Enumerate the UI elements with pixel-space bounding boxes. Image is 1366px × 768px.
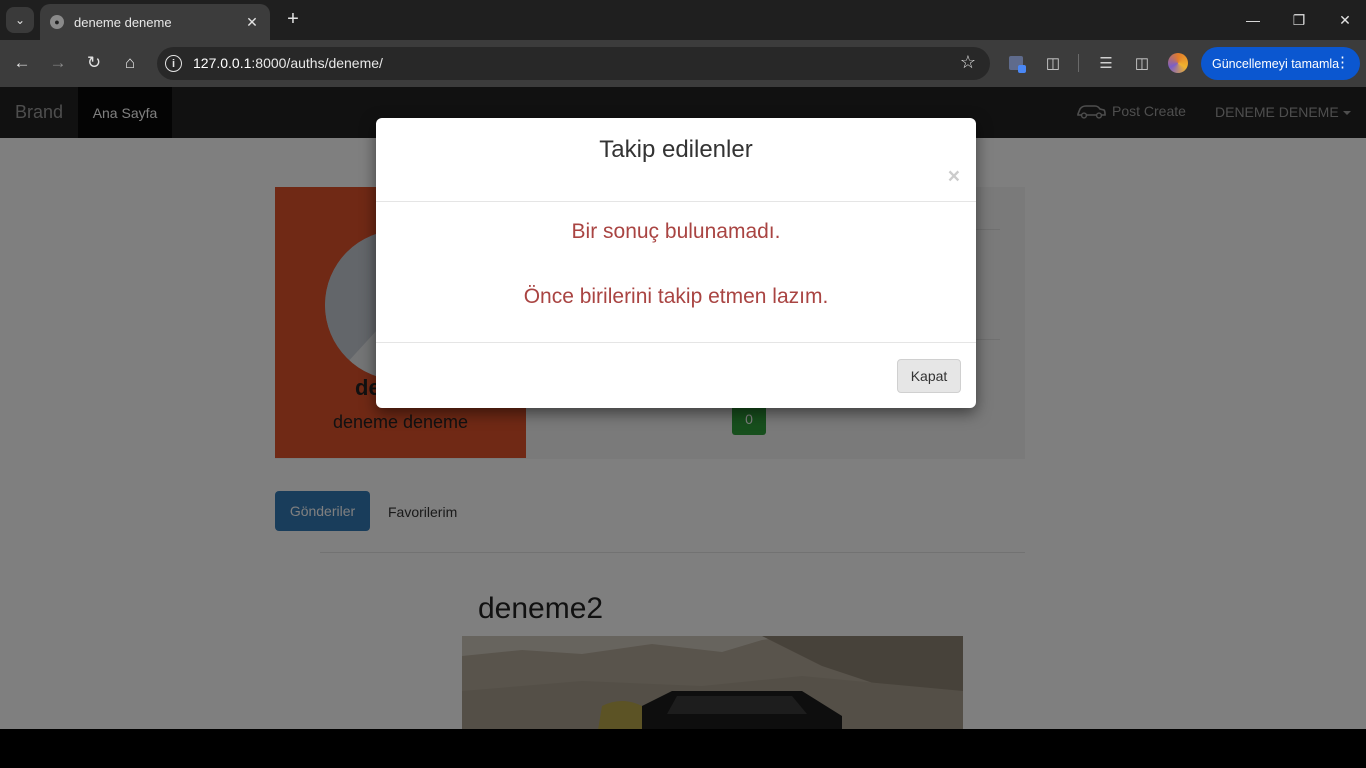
minimize-icon[interactable]: — [1238,6,1268,34]
tab-search-chevron-icon[interactable]: ⌄ [6,7,34,33]
toolbar-divider [1078,54,1079,72]
modal-close-icon[interactable]: × [948,165,960,189]
follow-hint-message: Önce birilerini takip etmen lazım. [523,285,829,308]
site-info-icon[interactable]: i [165,55,182,72]
browser-tab[interactable]: ● deneme deneme ✕ [40,4,270,40]
side-panel-icon[interactable]: ◫ [1131,52,1153,74]
restore-icon[interactable]: ❐ [1284,6,1314,34]
profile-avatar-icon[interactable] [1167,52,1189,74]
forward-arrow-icon[interactable]: → [45,50,71,76]
extensions-puzzle-icon[interactable]: ◫ [1042,52,1064,74]
window-close-icon[interactable]: ✕ [1330,6,1360,34]
media-control-icon[interactable]: ☰ [1095,52,1117,74]
browser-tabbar: ⌄ ● deneme deneme ✕ + — ❐ ✕ [0,0,1366,40]
bookmark-star-icon[interactable]: ☆ [960,52,976,73]
globe-icon: ● [50,15,64,29]
modal-header: Takip edilenler × [376,118,976,202]
url-text: 127.0.0.1:8000/auths/deneme/ [193,55,383,71]
address-bar[interactable]: i 127.0.0.1:8000/auths/deneme/ ☆ [157,47,990,80]
tab-close-icon[interactable]: ✕ [244,14,260,31]
modal-body: Bir sonuç bulunamadı. Önce birilerini ta… [376,202,976,343]
page-viewport: Brand Ana Sayfa Post Create DENEME DENEM… [0,87,1366,729]
empty-result-message: Bir sonuç bulunamadı. [571,220,781,243]
following-modal: Takip edilenler × Bir sonuç bulunamadı. … [376,118,976,408]
reload-icon[interactable]: ↻ [81,50,107,76]
tab-title: deneme deneme [74,14,172,30]
close-modal-button[interactable]: Kapat [897,359,961,393]
modal-title: Takip edilenler [599,136,753,163]
browser-toolbar: ← → ↻ ⌂ i 127.0.0.1:8000/auths/deneme/ ☆… [0,40,1366,87]
home-icon[interactable]: ⌂ [117,50,143,76]
new-tab-plus-icon[interactable]: + [282,8,304,30]
back-arrow-icon[interactable]: ← [9,50,35,76]
update-browser-button[interactable]: Güncellemeyi tamamla ⋮ [1201,47,1360,80]
translate-extension-icon[interactable] [1005,52,1027,74]
more-options-icon[interactable]: ⋮ [1335,53,1350,71]
screen-bottom-bar [0,729,1366,768]
update-button-label: Güncellemeyi tamamla [1212,56,1340,71]
